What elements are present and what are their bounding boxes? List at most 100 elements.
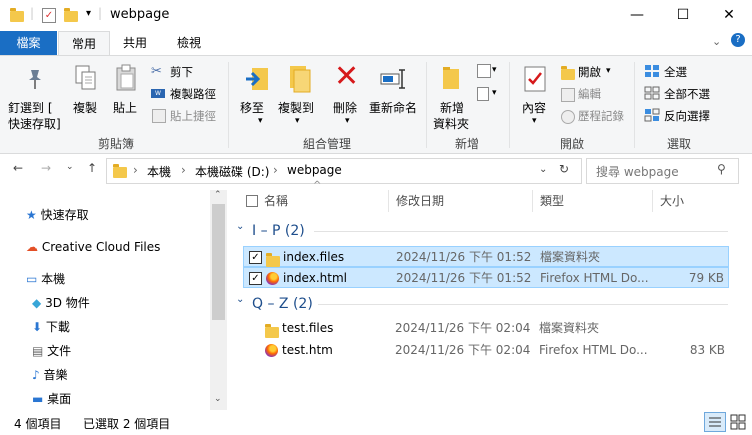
move-to-button[interactable]: 移至 xyxy=(240,99,264,116)
computer-icon: ▭ xyxy=(26,272,38,286)
properties-quick-icon[interactable]: ✓ xyxy=(42,8,56,23)
group-header[interactable]: Q – Z (2) xyxy=(252,294,313,314)
scroll-up-icon[interactable]: ⌃ xyxy=(214,190,222,200)
easy-access-icon[interactable] xyxy=(477,87,489,101)
navigation-pane: ★ 快速存取 ☁ Creative Cloud Files ▭ 本機 ◆ 3D … xyxy=(0,188,228,410)
group-collapse-chevron-icon[interactable]: ⌄ xyxy=(236,294,244,305)
search-input[interactable]: 搜尋 webpage xyxy=(596,163,679,180)
address-history-chevron-icon[interactable]: ⌄ xyxy=(539,164,547,175)
folder-icon xyxy=(265,324,279,338)
chevron-down-icon[interactable]: ⌄ xyxy=(712,35,721,48)
toolbar-separator: | xyxy=(98,6,103,20)
invert-selection-button[interactable]: 反向選擇 xyxy=(664,108,710,124)
chevron-down-icon[interactable]: ▾ xyxy=(606,66,611,76)
column-header-size[interactable]: 大小 xyxy=(660,188,684,214)
file-size: 79 KB xyxy=(688,271,724,285)
folder-icon[interactable] xyxy=(10,8,24,22)
close-button[interactable]: ✕ xyxy=(706,0,752,31)
select-all-button[interactable]: 全選 xyxy=(664,64,687,80)
nav-item-music[interactable]: ♪ 音樂 xyxy=(32,365,68,385)
back-arrow-icon[interactable]: ← xyxy=(13,161,23,175)
select-all-checkbox[interactable] xyxy=(246,195,258,207)
nav-item-quick-access[interactable]: ★ 快速存取 xyxy=(26,205,89,225)
scrollbar-thumb[interactable] xyxy=(212,204,225,320)
file-row[interactable]: ✓ index.html 2024/11/26 下午 01:52 Firefox… xyxy=(243,267,729,288)
group-divider-line xyxy=(314,231,728,232)
tab-file[interactable]: 檔案 xyxy=(0,31,57,55)
search-box[interactable]: 搜尋 webpage ⚲ xyxy=(586,158,739,184)
breadcrumb-this-pc[interactable]: 本機 xyxy=(147,163,171,180)
chevron-down-icon[interactable]: ▾ xyxy=(258,116,263,126)
large-icons-view-button[interactable] xyxy=(729,413,747,431)
new-folder-button[interactable]: 新增 xyxy=(440,99,464,116)
chevron-down-icon[interactable]: ▾ xyxy=(532,116,537,126)
chevron-down-icon[interactable]: ▾ xyxy=(86,8,91,19)
nav-item-3d-objects[interactable]: ◆ 3D 物件 xyxy=(32,293,90,313)
file-row[interactable]: ✓ index.files 2024/11/26 下午 01:52 檔案資料夾 xyxy=(243,246,729,267)
refresh-icon[interactable]: ↻ xyxy=(559,162,569,176)
help-icon[interactable]: ? xyxy=(731,33,745,47)
paste-button[interactable]: 貼上 xyxy=(113,99,137,116)
file-name: index.html xyxy=(283,271,347,285)
cut-button[interactable]: 剪下 xyxy=(170,64,193,80)
row-checkbox[interactable]: ✓ xyxy=(249,251,262,264)
copy-to-button[interactable]: 複製到 xyxy=(278,99,314,116)
minimize-button[interactable]: — xyxy=(614,0,660,31)
history-button[interactable]: 歷程記錄 xyxy=(578,108,624,124)
nav-item-downloads[interactable]: ⬇ 下載 xyxy=(32,317,70,337)
up-arrow-icon[interactable]: ↑ xyxy=(87,161,97,175)
row-checkbox[interactable]: ✓ xyxy=(249,272,262,285)
delete-button[interactable]: 刪除 xyxy=(333,99,357,116)
tab-view[interactable]: 檢視 xyxy=(166,31,212,55)
nav-item-label: 本機 xyxy=(41,272,66,286)
pin-to-quick-access-button[interactable]: 釘選到 [ xyxy=(8,99,53,116)
new-folder-quick-icon[interactable] xyxy=(64,8,78,22)
nav-item-label: 快速存取 xyxy=(40,208,89,222)
properties-button[interactable]: 內容 xyxy=(522,99,546,116)
chevron-down-icon[interactable]: ▾ xyxy=(345,116,350,126)
edit-button[interactable]: 編輯 xyxy=(578,86,601,102)
nav-item-label: 桌面 xyxy=(47,392,72,406)
file-name: test.files xyxy=(282,321,334,335)
chevron-down-icon[interactable]: ▾ xyxy=(492,88,497,98)
column-divider[interactable] xyxy=(652,190,653,212)
address-bar[interactable]: › 本機 › 本機磁碟 (D:) › webpage ⌄ ↻ xyxy=(106,158,582,184)
tab-share[interactable]: 共用 xyxy=(112,31,158,55)
copy-path-button[interactable]: 複製路徑 xyxy=(170,86,216,102)
tab-home[interactable]: 常用 xyxy=(58,31,110,56)
open-button[interactable]: 開啟 xyxy=(578,64,601,80)
scroll-down-icon[interactable]: ⌄ xyxy=(214,394,222,404)
new-group-label: 新增 xyxy=(454,137,479,151)
recent-chevron-icon[interactable]: ⌄ xyxy=(66,162,74,172)
breadcrumb-webpage[interactable]: webpage xyxy=(287,163,342,177)
select-none-button[interactable]: 全部不選 xyxy=(664,86,710,102)
nav-item-creative-cloud[interactable]: ☁ Creative Cloud Files xyxy=(26,237,160,257)
nav-item-this-pc[interactable]: ▭ 本機 xyxy=(26,269,65,289)
file-row[interactable]: test.htm 2024/11/26 下午 02:04 Firefox HTM… xyxy=(243,340,729,361)
details-view-button[interactable] xyxy=(704,412,726,432)
forward-arrow-icon[interactable]: → xyxy=(41,161,51,175)
nav-item-documents[interactable]: ▤ 文件 xyxy=(32,341,71,361)
file-type: Firefox HTML Do... xyxy=(540,271,649,285)
chevron-down-icon[interactable]: ▾ xyxy=(492,65,497,75)
properties-icon xyxy=(523,65,547,96)
maximize-button[interactable]: ☐ xyxy=(660,0,706,31)
copy-button[interactable]: 複製 xyxy=(73,99,97,116)
group-divider xyxy=(426,62,427,148)
rename-button[interactable]: 重新命名 xyxy=(369,99,417,116)
column-divider[interactable] xyxy=(388,190,389,212)
column-header-date[interactable]: 修改日期 xyxy=(396,188,444,214)
breadcrumb-drive[interactable]: 本機磁碟 (D:) xyxy=(195,163,269,180)
group-header[interactable]: I – P (2) xyxy=(252,221,305,241)
group-collapse-chevron-icon[interactable]: ⌄ xyxy=(236,221,244,232)
nav-item-desktop[interactable]: ▬ 桌面 xyxy=(32,389,71,409)
file-row[interactable]: test.files 2024/11/26 下午 02:04 檔案資料夾 xyxy=(243,318,729,339)
selected-count: 已選取 2 個項目 xyxy=(83,417,171,431)
file-list: ^ 名稱 修改日期 類型 大小 ⌄ I – P (2) ✓ index.file… xyxy=(236,180,752,410)
new-item-icon[interactable] xyxy=(477,64,491,78)
column-divider[interactable] xyxy=(532,190,533,212)
column-header-type[interactable]: 類型 xyxy=(540,188,564,214)
paste-shortcut-button[interactable]: 貼上捷徑 xyxy=(170,108,216,124)
column-header-name[interactable]: 名稱 xyxy=(264,188,288,214)
chevron-down-icon[interactable]: ▾ xyxy=(295,116,300,126)
